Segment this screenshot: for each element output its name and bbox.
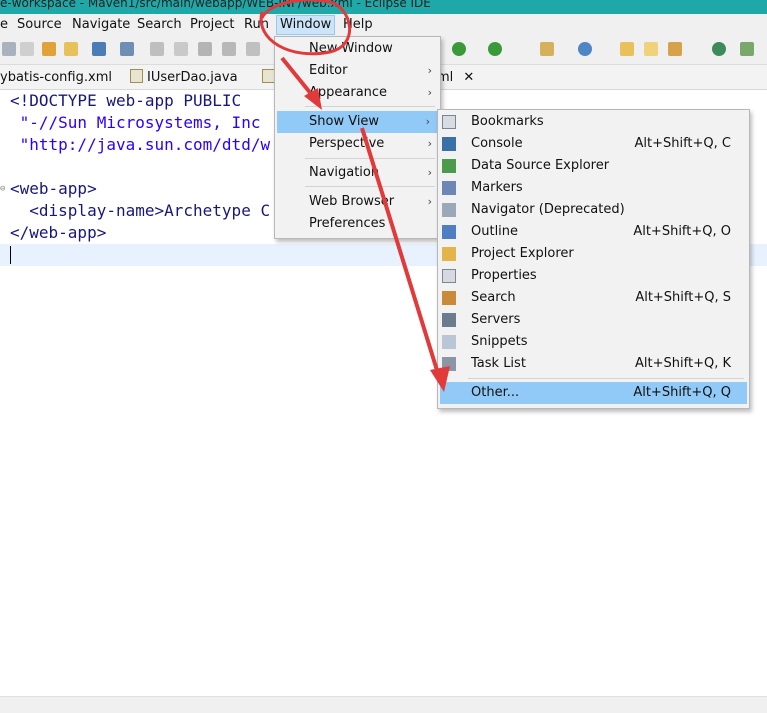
menu-separator — [305, 186, 435, 187]
menu-item-servers[interactable]: Servers — [438, 309, 749, 331]
submenu-arrow-icon: › — [427, 166, 432, 179]
disconnect-icon[interactable] — [222, 42, 236, 56]
tab-label: ybatis-config.xml — [0, 70, 112, 85]
open-type-icon[interactable] — [64, 42, 78, 56]
show-view-submenu: Bookmarks Console Alt+Shift+Q, C Data So… — [437, 109, 750, 409]
horizontal-scrollbar[interactable] — [0, 696, 767, 713]
perspective-icon[interactable] — [740, 42, 754, 56]
task-list-icon — [442, 357, 456, 371]
fold-marker-icon[interactable]: ⊖ — [0, 184, 5, 194]
open-project-icon[interactable] — [644, 42, 658, 56]
menu-item-preferences[interactable]: Preferences — [275, 213, 440, 235]
servers-icon — [442, 313, 456, 327]
menu-item-snippets[interactable]: Snippets — [438, 331, 749, 353]
submenu-arrow-icon: › — [425, 115, 430, 128]
menu-item-other[interactable]: Other... Alt+Shift+Q, Q — [440, 382, 747, 404]
menu-separator — [468, 378, 744, 379]
navigator-icon — [442, 203, 456, 217]
menu-run[interactable]: Run — [244, 17, 269, 33]
terminal-icon[interactable] — [92, 42, 106, 56]
menu-help[interactable]: Help — [343, 17, 373, 33]
properties-icon — [442, 269, 456, 283]
text-caret — [10, 246, 11, 264]
menu-item-editor[interactable]: Editor › — [275, 60, 440, 82]
menu-file-fragment[interactable]: e — [0, 17, 8, 33]
menu-item-properties[interactable]: Properties — [438, 265, 749, 287]
globe-icon[interactable] — [712, 42, 726, 56]
menu-item-new-window[interactable]: New Window — [275, 38, 440, 60]
new-server-icon[interactable] — [540, 42, 554, 56]
code-line-1: <!DOCTYPE web-app PUBLIC — [10, 91, 242, 110]
open-folder-icon[interactable] — [620, 42, 634, 56]
snippets-icon — [442, 335, 456, 349]
tab-label: IUserDao.java — [147, 70, 238, 85]
suspend-icon[interactable] — [174, 42, 188, 56]
resume-icon[interactable] — [150, 42, 164, 56]
menu-item-navigator[interactable]: Navigator (Deprecated) — [438, 199, 749, 221]
project-explorer-icon — [442, 247, 456, 261]
bookmark-icon — [442, 115, 456, 129]
code-line-3: "http://java.sun.com/dtd/w — [10, 135, 271, 154]
close-icon[interactable]: ✕ — [463, 70, 474, 85]
menu-item-outline[interactable]: Outline Alt+Shift+Q, O — [438, 221, 749, 243]
console-icon — [442, 137, 456, 151]
menu-item-web-browser[interactable]: Web Browser › — [275, 191, 440, 213]
menu-project[interactable]: Project — [190, 17, 234, 33]
build-icon[interactable] — [42, 42, 56, 56]
code-line-6: <display-name>Archetype C — [10, 201, 271, 220]
submenu-arrow-icon: › — [427, 195, 432, 208]
menu-item-project-explorer[interactable]: Project Explorer — [438, 243, 749, 265]
java-file-icon — [130, 69, 143, 83]
menu-item-console[interactable]: Console Alt+Shift+Q, C — [438, 133, 749, 155]
outline-icon — [442, 225, 456, 239]
search-icon — [442, 291, 456, 305]
menu-item-navigation[interactable]: Navigation › — [275, 162, 440, 184]
window-menu-dropdown: New Window Editor › Appearance › Show Vi… — [274, 36, 441, 239]
code-line-5: <web-app> — [10, 179, 97, 198]
menu-bar: e Source Navigate Search Project Run Win… — [0, 14, 767, 36]
submenu-arrow-icon: › — [427, 86, 432, 99]
data-source-icon — [442, 159, 456, 173]
menu-item-data-source-explorer[interactable]: Data Source Explorer — [438, 155, 749, 177]
menu-item-search[interactable]: Search Alt+Shift+Q, S — [438, 287, 749, 309]
skip-breakpoints-icon[interactable] — [120, 42, 134, 56]
menu-item-markers[interactable]: Markers — [438, 177, 749, 199]
window-title-bar: e-workspace - Maven1/src/main/webapp/WEB… — [0, 0, 767, 14]
menu-item-show-view[interactable]: Show View › — [277, 111, 438, 133]
code-line-2: "-//Sun Microsystems, Inc — [10, 113, 261, 132]
tab-iuserdao[interactable]: IUserDao.java — [130, 68, 238, 88]
menu-navigate[interactable]: Navigate — [72, 17, 130, 33]
menu-separator — [305, 106, 435, 107]
menu-source[interactable]: Source — [17, 17, 62, 33]
markers-icon — [442, 181, 456, 195]
save-all-icon[interactable] — [20, 42, 34, 56]
run-icon[interactable] — [452, 42, 466, 56]
terminate-icon[interactable] — [198, 42, 212, 56]
tab-mybatis-config[interactable]: ybatis-config.xml — [0, 68, 112, 88]
menu-item-bookmarks[interactable]: Bookmarks — [438, 111, 749, 133]
menu-search[interactable]: Search — [137, 17, 182, 33]
window-title: e-workspace - Maven1/src/main/webapp/WEB… — [0, 0, 431, 10]
step-into-icon[interactable] — [246, 42, 260, 56]
tab-web-xml-active[interactable]: ml ✕ — [437, 68, 474, 88]
submenu-arrow-icon: › — [427, 64, 432, 77]
menu-item-perspective[interactable]: Perspective › — [275, 133, 440, 155]
submenu-arrow-icon: › — [427, 137, 432, 150]
new-class-icon[interactable] — [578, 42, 592, 56]
pen-icon[interactable] — [668, 42, 682, 56]
menu-item-task-list[interactable]: Task List Alt+Shift+Q, K — [438, 353, 749, 375]
save-icon[interactable] — [2, 42, 16, 56]
debug-icon[interactable] — [488, 42, 502, 56]
menu-item-appearance[interactable]: Appearance › — [275, 82, 440, 104]
menu-window[interactable]: Window — [276, 15, 336, 35]
menu-separator — [305, 158, 435, 159]
code-line-7: </web-app> — [10, 223, 107, 242]
